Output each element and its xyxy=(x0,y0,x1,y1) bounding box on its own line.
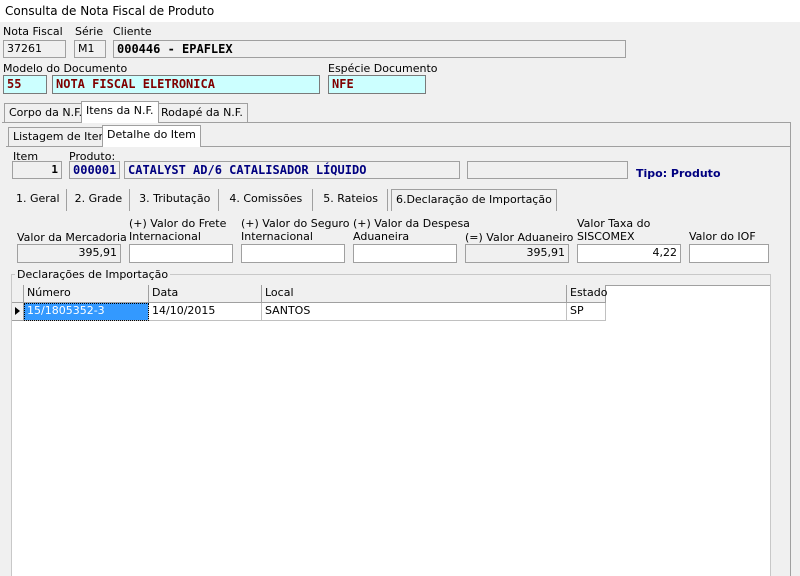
mercadoria-label: Valor da Mercadoria xyxy=(17,231,127,244)
seguro-label-line2: Internacional xyxy=(241,230,313,243)
serie-label: Série xyxy=(75,25,104,38)
grid-header-numero[interactable]: Número xyxy=(24,285,149,303)
siscomex-label-line2: SISCOMEX xyxy=(577,230,635,243)
despesa-field[interactable] xyxy=(353,244,457,263)
grid-corner xyxy=(12,285,24,303)
seguro-field[interactable] xyxy=(241,244,345,263)
tipo-produto-label: Tipo: Produto xyxy=(636,167,721,180)
row-pointer-icon xyxy=(15,307,20,315)
row-indicator xyxy=(12,303,24,321)
table-cell-local[interactable]: SANTOS xyxy=(262,303,567,321)
despesa-label-line1: (+) Valor da Despesa xyxy=(353,217,470,230)
produto-extra-field[interactable] xyxy=(467,161,628,179)
table-cell-estado[interactable]: SP xyxy=(567,303,606,321)
tab-detalhe-item[interactable]: Detalhe do Item xyxy=(102,125,201,147)
item-field[interactable]: 1 xyxy=(12,161,62,179)
tab-geral[interactable]: 1. Geral xyxy=(10,189,67,211)
window-title: Consulta de Nota Fiscal de Produto xyxy=(5,4,215,18)
modelo-label: Modelo do Documento xyxy=(3,62,128,75)
produto-desc-field[interactable]: CATALYST AD/6 CATALISADOR LÍQUIDO xyxy=(124,161,460,179)
detail-tabs: 1. Geral 2. Grade 3. Tributação 4. Comis… xyxy=(10,189,557,211)
declaracoes-group-label: Declarações de Importação xyxy=(15,268,171,281)
mercadoria-field[interactable]: 395,91 xyxy=(17,244,121,263)
tab-itens-nf[interactable]: Itens da N.F. xyxy=(81,101,159,123)
title-bar: Consulta de Nota Fiscal de Produto xyxy=(0,0,800,22)
tab-rodape-nf[interactable]: Rodapé da N.F. xyxy=(156,103,248,123)
iof-label: Valor do IOF xyxy=(689,230,756,243)
frete-field[interactable] xyxy=(129,244,233,263)
siscomex-label-line1: Valor Taxa do xyxy=(577,217,651,230)
tab-declaracao-importacao[interactable]: 6.Declaração de Importação xyxy=(390,189,557,211)
cliente-label: Cliente xyxy=(113,25,152,38)
nota-fiscal-label: Nota Fiscal xyxy=(3,25,63,38)
siscomex-field[interactable]: 4,22 xyxy=(577,244,681,263)
grid-header-local[interactable]: Local xyxy=(262,285,567,303)
tab-comissoes[interactable]: 4. Comissões xyxy=(219,189,314,211)
tab-grade[interactable]: 2. Grade xyxy=(67,189,131,211)
especie-label: Espécie Documento xyxy=(328,62,438,75)
serie-field[interactable]: M1 xyxy=(74,40,106,58)
modelo-code-field[interactable]: 55 xyxy=(3,75,47,94)
tab-corpo-nf[interactable]: Corpo da N.F. xyxy=(4,103,88,123)
grid-header-estado[interactable]: Estado xyxy=(567,285,607,303)
tab-tributacao[interactable]: 3. Tributação xyxy=(130,189,220,211)
tab-rateios[interactable]: 5. Rateios xyxy=(313,189,388,211)
cliente-field[interactable]: 000446 - EPAFLEX xyxy=(113,40,626,58)
despesa-label-line2: Aduaneira xyxy=(353,230,410,243)
seguro-label-line1: (+) Valor do Seguro xyxy=(241,217,350,230)
especie-field[interactable]: NFE xyxy=(328,75,426,94)
modelo-desc-field[interactable]: NOTA FISCAL ELETRONICA xyxy=(52,75,320,94)
frete-label-line1: (+) Valor do Frete xyxy=(129,217,227,230)
table-cell-data[interactable]: 14/10/2015 xyxy=(149,303,262,321)
table-cell-numero[interactable]: 15/1805352-3 xyxy=(24,303,149,321)
iof-field[interactable] xyxy=(689,244,769,263)
frete-label-line2: Internacional xyxy=(129,230,201,243)
aduaneiro-field[interactable]: 395,91 xyxy=(465,244,569,263)
declaracoes-grid[interactable] xyxy=(12,285,770,576)
grid-header-data[interactable]: Data xyxy=(149,285,262,303)
produto-code-field[interactable]: 000001 xyxy=(69,161,120,179)
right-scroll-edge[interactable] xyxy=(790,122,800,576)
aduaneiro-label: (=) Valor Aduaneiro xyxy=(465,231,574,244)
nota-fiscal-field[interactable]: 37261 xyxy=(3,40,66,58)
tab-listagem-itens[interactable]: Listagem de Itens xyxy=(8,127,117,147)
